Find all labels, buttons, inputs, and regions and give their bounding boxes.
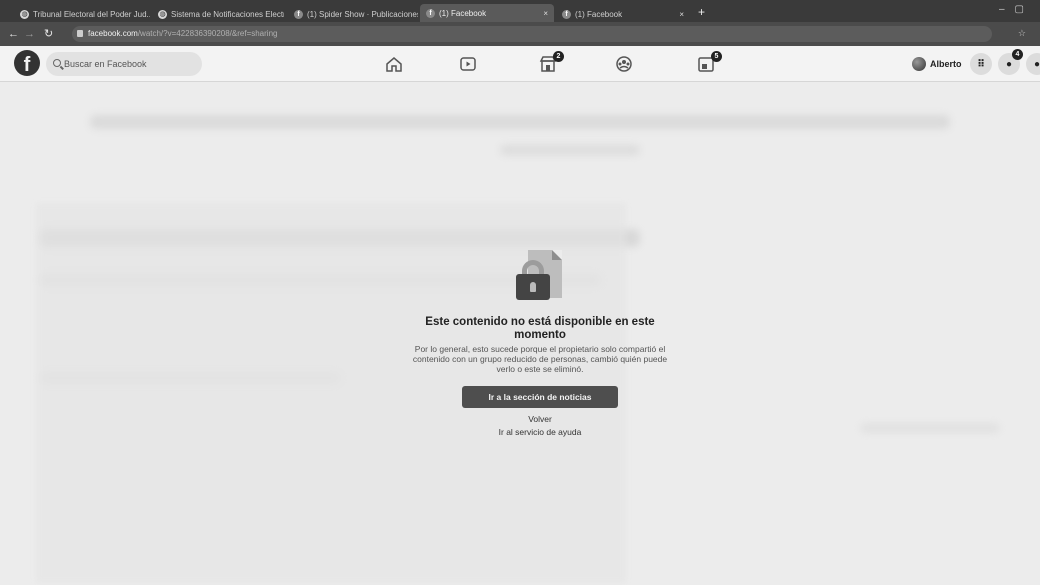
url-path: /watch/?v=422836390208/&ref=sharing [137,29,278,38]
go-to-news-feed-button[interactable]: Ir a la sección de noticias [462,386,618,408]
notification-badge: 4 [1012,49,1023,60]
marketplace-icon[interactable]: 2 [538,51,564,73]
facebook-logo-icon[interactable]: f [14,50,40,76]
grid-icon: ⠿ [977,58,985,70]
locked-content-icon [512,248,568,302]
new-tab-button[interactable]: + [698,6,705,18]
search-placeholder: Buscar en Facebook [64,59,147,69]
blurred-text [90,115,950,129]
url-host: facebook.com [88,29,138,38]
back-link[interactable]: Volver [398,414,682,424]
tab-title: (1) Facebook [575,9,623,19]
facebook-icon: f [294,9,303,19]
profile-name: Alberto [930,59,962,69]
browser-tab[interactable]: ◍ Sistema de Notificaciones Electr... × [152,6,284,22]
bell-icon: ● [1033,58,1040,70]
avatar [912,57,926,71]
watch-video-icon[interactable] [458,55,478,73]
bookmark-star-icon[interactable]: ☆ [1018,28,1032,39]
help-center-link[interactable]: Ir al servicio de ayuda [398,427,682,437]
browser-tab-bar: ◍ Tribunal Electoral del Poder Jud... × … [0,0,1040,22]
lock-icon [77,30,83,37]
browser-tab[interactable]: ◍ Tribunal Electoral del Poder Jud... × [14,6,150,22]
browser-tab[interactable]: f (1) Facebook × [556,6,690,22]
facebook-icon: f [426,8,435,18]
blurred-text [500,145,640,155]
page-title: Este contenido no está disponible en est… [425,316,655,341]
globe-icon: ◍ [158,9,167,19]
notifications-button[interactable]: ● [1026,53,1040,75]
tab-title: Sistema de Notificaciones Electr... [171,9,284,19]
search-icon [53,59,61,67]
facebook-icon: f [562,9,571,19]
groups-icon[interactable] [614,55,634,73]
notification-badge: 5 [711,51,722,62]
tab-title: (1) Spider Show · Publicaciones [307,9,418,19]
search-input[interactable]: Buscar en Facebook [46,52,202,76]
home-icon[interactable] [384,55,404,73]
forward-arrow-icon[interactable]: → [24,27,35,41]
tab-title: (1) Facebook [439,8,487,18]
blurred-text [860,423,1000,433]
window-controls[interactable]: –▢ [999,4,1034,15]
notification-badge: 2 [553,51,564,62]
description-text: Por lo general, esto sucede porque el pr… [412,344,668,374]
browser-address-bar: ← → ↻ facebook.com/watch/?v=422836390208… [0,22,1040,46]
menu-grid-button[interactable]: ⠿ [970,53,992,75]
close-icon[interactable]: × [679,10,684,19]
tab-title: Tribunal Electoral del Poder Jud... [33,9,150,19]
messenger-icon: ● [1005,58,1013,70]
facebook-header: f Buscar en Facebook 2 5 Alberto ⠿ ● 4 ● [0,46,1040,82]
close-icon[interactable]: × [543,9,548,18]
globe-icon: ◍ [20,9,29,19]
content-unavailable-card: Este contenido no está disponible en est… [398,248,682,437]
browser-tab-active[interactable]: f (1) Facebook × [420,4,554,22]
reload-icon[interactable]: ↻ [44,27,53,41]
profile-button[interactable]: Alberto [912,54,962,74]
browser-tab[interactable]: f (1) Spider Show · Publicaciones × [288,6,418,22]
gaming-icon[interactable]: 5 [696,51,722,73]
back-arrow-icon[interactable]: ← [8,27,19,41]
messenger-button[interactable]: ● 4 [998,49,1023,75]
url-input[interactable]: facebook.com/watch/?v=422836390208/&ref=… [72,26,992,42]
